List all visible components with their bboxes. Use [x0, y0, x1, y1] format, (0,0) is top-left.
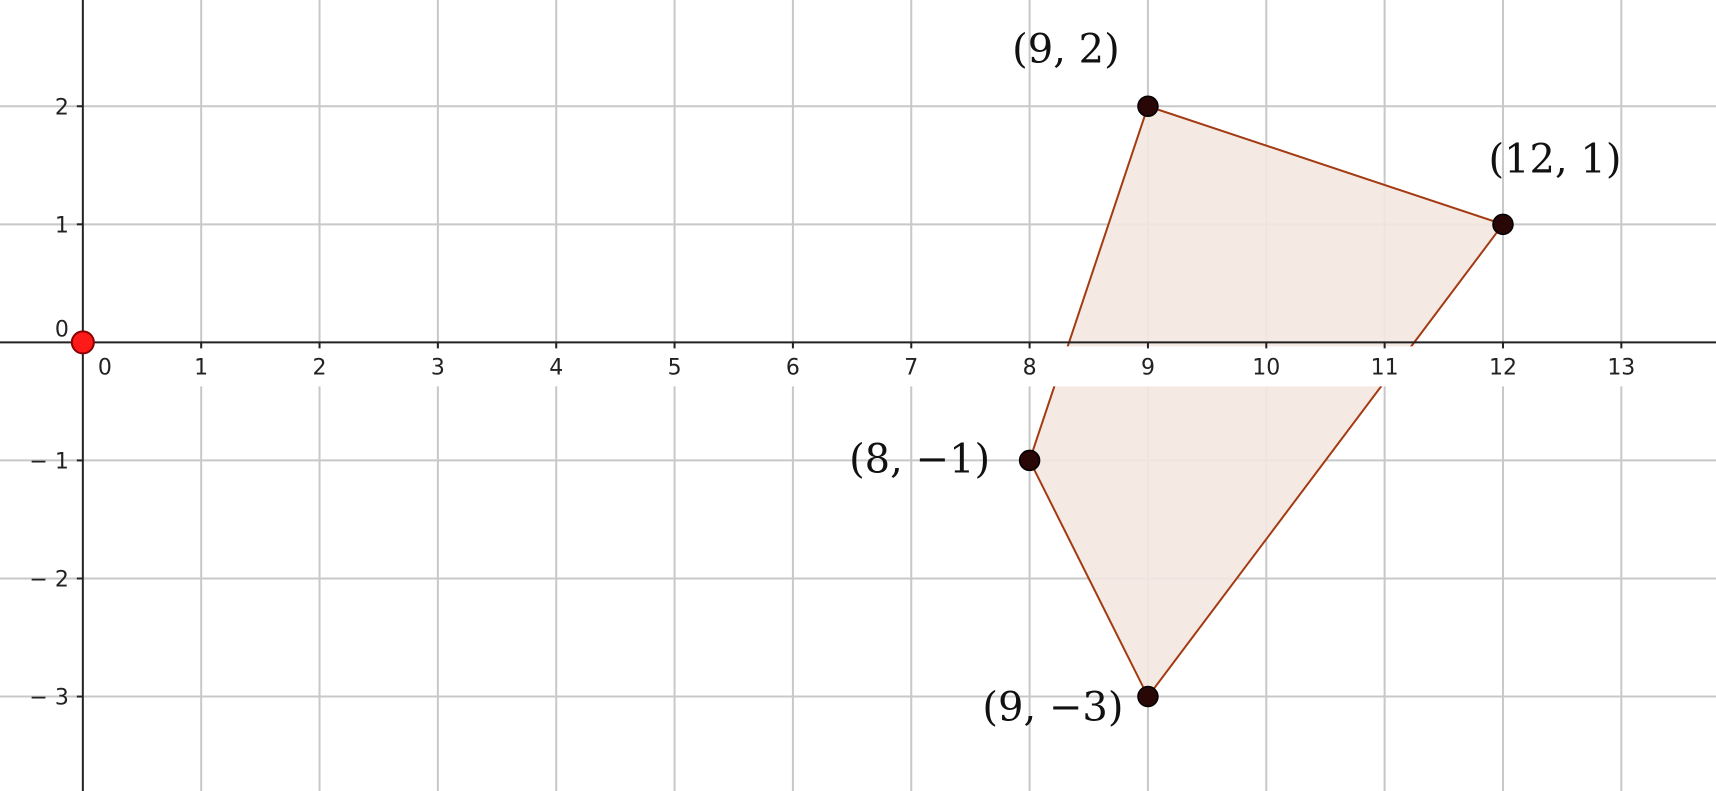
- y-tick-label: 1: [55, 213, 69, 238]
- x-tick-label: 7: [904, 355, 918, 380]
- y-tick-label: − 1: [29, 449, 68, 474]
- vertex-label: (12, 1): [1488, 136, 1621, 182]
- x-tick-label: 8: [1023, 355, 1037, 380]
- vertex-point: [1492, 213, 1514, 236]
- x-tick-label: 4: [549, 355, 563, 380]
- grid-lines: [0, 0, 1716, 791]
- vertex-point: [1018, 449, 1041, 472]
- x-tick-label: 9: [1141, 355, 1155, 380]
- y-tick-label: 0: [55, 317, 69, 342]
- x-tick-label: 6: [786, 355, 800, 380]
- vertex-label: (9, 2): [1012, 26, 1120, 72]
- x-tick-label: 0: [98, 355, 112, 380]
- x-tick-label: 13: [1607, 355, 1635, 380]
- x-label-band: [0, 346, 1716, 387]
- y-tick-label: − 3: [29, 686, 68, 711]
- coordinate-plane: 0 1 2 3 4 5 6 7 8 9 10 11 12 13− 3− 2− 1012 (9, 2)(12…: [0, 0, 1716, 791]
- vertex-label: (8, −1): [849, 436, 990, 482]
- origin-point: [70, 330, 95, 355]
- x-tick-label: 10: [1252, 355, 1280, 380]
- vertex-label: (9, −3): [982, 685, 1123, 731]
- x-tick-label: 3: [431, 355, 445, 380]
- x-tick-label: 2: [313, 355, 327, 380]
- y-tick-label: − 2: [29, 567, 68, 592]
- vertex-point: [1137, 685, 1159, 708]
- x-tick-label: 1: [194, 355, 208, 380]
- y-tick-label: 2: [55, 95, 69, 120]
- x-tick-label: 5: [668, 355, 682, 380]
- axes: [0, 0, 1716, 791]
- x-tick-label: 12: [1489, 355, 1517, 380]
- x-tick-label: 11: [1371, 355, 1399, 380]
- vertex-point: [1137, 95, 1159, 118]
